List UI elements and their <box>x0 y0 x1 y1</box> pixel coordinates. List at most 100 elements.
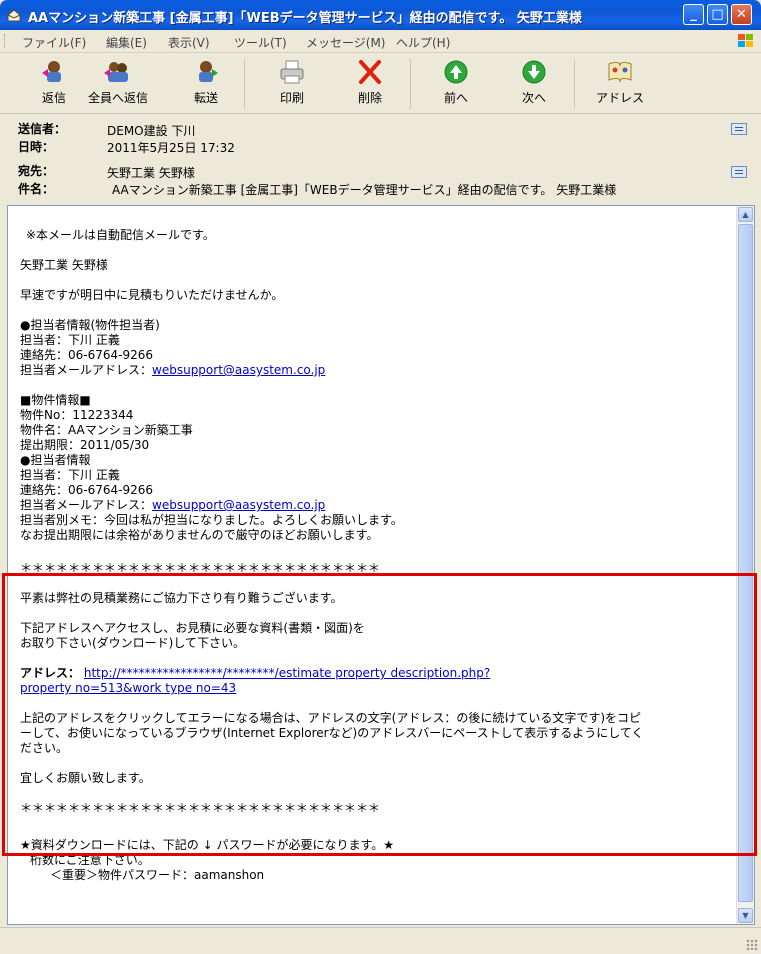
contact2-mail-line: 担当者メールアドレス：websupport@aasystem.co.jp <box>20 498 732 513</box>
address-label: アドレス： <box>20 666 81 680</box>
contact2-mail-link[interactable]: websupport@aasystem.co.jp <box>152 498 325 512</box>
auto-notice: ※本メールは自動配信メールです。 <box>26 228 215 242</box>
scrollbar-thumb[interactable] <box>738 224 753 902</box>
menu-grip <box>4 34 8 48</box>
address-book-icon <box>608 61 632 83</box>
contact2-mail-label: 担当者メールアドレス： <box>20 498 153 512</box>
scroll-up-button[interactable]: ▲ <box>738 207 753 222</box>
scroll-up-icon: ▲ <box>742 210 749 219</box>
thanks-text: 平素は弊社の見積業務にご協力下さり有り難うございます。 <box>20 591 343 605</box>
greeting: 矢野工業 矢野様 <box>20 258 108 272</box>
next-label: 次へ <box>521 91 546 105</box>
contact-mail-link[interactable]: websupport@aasystem.co.jp <box>152 363 325 377</box>
address-book-button[interactable]: アドレス <box>590 59 650 109</box>
date-label: 日時： <box>18 140 55 154</box>
toolbar-separator <box>244 59 245 109</box>
reply-label: 返信 <box>41 91 66 105</box>
error-note-1: 上記のアドレスをクリックしてエラーになる場合は、アドレスの文字(アドレス：の後に… <box>20 711 642 725</box>
printer-icon <box>280 60 304 84</box>
status-bar <box>0 927 761 954</box>
stars-divider-bottom: ＊＊＊＊＊＊＊＊＊＊＊＊＊＊＊＊＊＊＊＊＊＊＊＊＊＊＊＊＊＊ <box>20 801 381 815</box>
regards-text: 宜しくお願い致します。 <box>20 771 151 785</box>
close-button[interactable]: ✕ <box>731 4 752 25</box>
previous-button[interactable]: 前へ <box>426 59 486 109</box>
deadline: 提出期限：2011/05/30 <box>20 438 150 452</box>
reply-all-icon <box>104 62 128 82</box>
contact-mail-label: 担当者メールアドレス： <box>20 363 153 377</box>
deadline-note: なお提出期限には余裕がありませんので厳守のほどお願いします。 <box>20 528 379 542</box>
address-line: アドレス： http://*****************/********/… <box>20 666 732 681</box>
windows-logo-icon <box>738 34 753 47</box>
contact-heading: ●担当者情報(物件担当者) <box>20 318 160 332</box>
expand-from-icon[interactable] <box>731 123 747 135</box>
menu-bar: ファイル(F) 編集(E) 表示(V) ツール(T) メッセージ(M) ヘルプ(… <box>0 30 761 53</box>
message-headers: 送信者： DEMO建設 下川 日時： 2011年5月25日 17:32 宛先： … <box>0 114 761 202</box>
instruction-line-2: お取り下さい(ダウンロード)して下さい。 <box>20 636 246 650</box>
reply-all-button[interactable]: 全員へ返信 <box>88 59 148 109</box>
property-heading: ■物件情報■ <box>20 393 91 407</box>
error-note-2: ーして、お使いになっているブラウザ(Internet Explorerなど)のア… <box>20 726 644 740</box>
menu-tools[interactable]: ツール(T) <box>234 34 287 51</box>
window-title: AAマンション新築工事 [金属工事]「WEBデータ管理サービス」経由の配信です。… <box>28 11 582 26</box>
address-url-link[interactable]: http://*****************/********/estima… <box>84 666 490 680</box>
minimize-icon: _ <box>690 7 697 22</box>
from-label: 送信者： <box>18 122 67 136</box>
contact-mail-line: 担当者メールアドレス：websupport@aasystem.co.jp <box>20 363 732 378</box>
arrow-up-icon <box>444 60 468 84</box>
reply-all-label: 全員へ返信 <box>88 91 149 105</box>
maximize-button[interactable]: □ <box>707 4 728 25</box>
error-note-3: ださい。 <box>20 741 69 755</box>
subject-value: AAマンション新築工事 [金属工事]「WEBデータ管理サービス」経由の配信です。… <box>112 183 617 197</box>
maximize-icon: □ <box>711 7 724 22</box>
delete-label: 削除 <box>357 91 382 105</box>
address-book-label: アドレス <box>595 91 644 105</box>
password-line: ＜重要＞物件パスワード：aamanshon <box>50 868 265 882</box>
contact-name: 担当者：下川 正義 <box>20 333 120 347</box>
contact2-heading: ●担当者情報 <box>20 453 91 467</box>
from-value: DEMO建設 下川 <box>107 124 196 138</box>
expand-to-icon[interactable] <box>731 166 747 178</box>
scroll-down-icon: ▼ <box>742 911 749 920</box>
menu-edit[interactable]: 編集(E) <box>106 34 147 51</box>
vertical-scrollbar[interactable]: ▲ ▼ <box>736 206 754 924</box>
subject-label: 件名： <box>18 182 55 196</box>
toolbar-separator-3 <box>574 59 575 109</box>
resize-grip-icon[interactable] <box>746 939 758 951</box>
forward-label: 転送 <box>193 91 218 105</box>
contact2-phone: 連絡先：06-6764-9266 <box>20 483 154 497</box>
close-icon: ✕ <box>736 7 747 22</box>
menu-view[interactable]: 表示(V) <box>168 34 210 51</box>
to-label: 宛先： <box>18 164 55 178</box>
minimize-button[interactable]: _ <box>683 4 704 25</box>
date-value: 2011年5月25日 17:32 <box>107 141 235 155</box>
request-text: 早速ですが明日中に見積もりいただけませんか。 <box>20 288 284 302</box>
mail-app-icon <box>7 9 21 22</box>
next-button[interactable]: 次へ <box>504 59 564 109</box>
print-button[interactable]: 印刷 <box>262 59 322 109</box>
address-url-link-2[interactable]: property no=513&work type no=43 <box>20 681 236 695</box>
scroll-down-button[interactable]: ▼ <box>738 908 753 923</box>
message-body-pane[interactable]: ※本メールは自動配信メールです。 矢野工業 矢野様 早速ですが明日中に見積もりい… <box>7 205 755 925</box>
contact2-name: 担当者：下川 正義 <box>20 468 120 482</box>
menu-help[interactable]: ヘルプ(H) <box>396 34 450 51</box>
print-label: 印刷 <box>279 91 304 105</box>
to-value: 矢野工業 矢野様 <box>107 166 195 180</box>
previous-label: 前へ <box>443 91 468 105</box>
memo: 担当者別メモ：今回は私が担当になりました。よろしくお願いします。 <box>20 513 403 527</box>
title-bar: AAマンション新築工事 [金属工事]「WEBデータ管理サービス」経由の配信です。… <box>0 0 761 30</box>
forward-button[interactable]: 転送 <box>176 59 236 109</box>
property-name: 物件名：AAマンション新築工事 <box>20 423 193 437</box>
menu-message[interactable]: メッセージ(M) <box>306 34 385 51</box>
menu-file[interactable]: ファイル(F) <box>22 34 86 51</box>
address-url-continued: property no=513&work type no=43 <box>20 681 732 696</box>
instruction-line-1: 下記アドレスへアクセスし、お見積に必要な資料(書類・図面)を <box>20 621 365 635</box>
delete-button[interactable]: 削除 <box>340 59 400 109</box>
delete-x-icon <box>359 60 381 84</box>
reply-button[interactable]: 返信 <box>24 59 84 109</box>
property-no: 物件No：11223344 <box>20 408 134 422</box>
toolbar: 返信 全員へ返信 転送 印刷 削除 前へ 次へ アドレス <box>0 53 761 114</box>
reply-icon <box>42 61 61 82</box>
digits-note: 桁数にご注意下さい。 <box>30 853 150 867</box>
message-body: ※本メールは自動配信メールです。 矢野工業 矢野様 早速ですが明日中に見積もりい… <box>20 206 732 883</box>
forward-icon <box>199 61 218 82</box>
